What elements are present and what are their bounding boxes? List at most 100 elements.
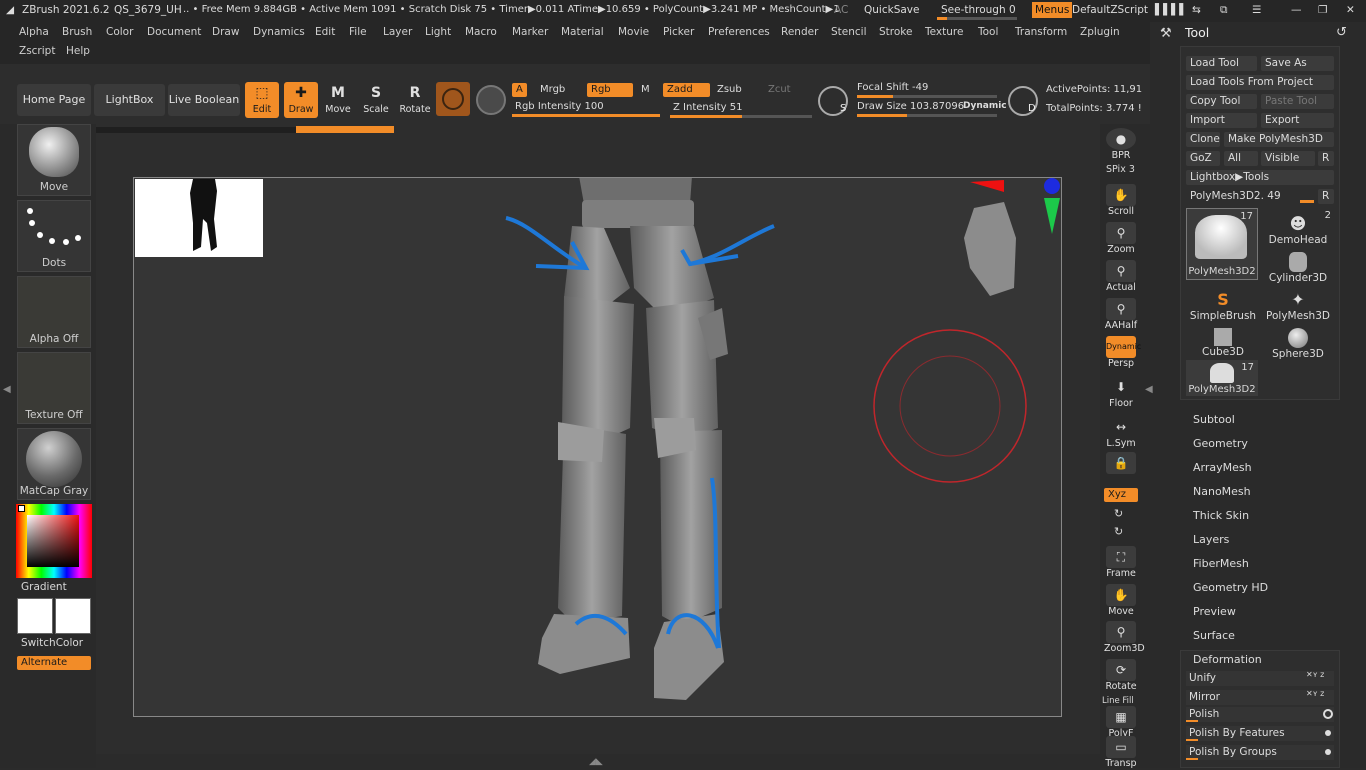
nanomesh-section[interactable]: NanoMesh bbox=[1193, 485, 1251, 498]
rotate-view-button[interactable]: ⟳ Rotate bbox=[1104, 659, 1138, 693]
zsub-button[interactable]: Zsub bbox=[717, 84, 742, 95]
color-marker[interactable] bbox=[18, 505, 25, 512]
current-tool-slider[interactable]: PolyMesh3D2. 49 bbox=[1186, 189, 1314, 204]
a-button[interactable]: A bbox=[512, 83, 527, 97]
lightbox-tools-button[interactable]: Lightbox▶Tools bbox=[1186, 170, 1334, 185]
current-tool-r-button[interactable]: R bbox=[1318, 189, 1334, 204]
minimize-icon[interactable]: — bbox=[1291, 4, 1302, 16]
arraymesh-section[interactable]: ArrayMesh bbox=[1193, 461, 1252, 474]
live-boolean-button[interactable]: Live Boolean bbox=[168, 84, 240, 116]
menu-render[interactable]: Render bbox=[781, 26, 818, 38]
layout-arrows-icon[interactable]: ⇆ bbox=[1192, 4, 1201, 16]
right-collapse-arrow-icon[interactable]: ◀ bbox=[1145, 384, 1153, 395]
menu-zplugin[interactable]: Zplugin bbox=[1080, 26, 1120, 38]
draw-size-track[interactable] bbox=[857, 114, 997, 117]
bpr-button[interactable]: ● BPR bbox=[1104, 128, 1138, 162]
color-picker[interactable] bbox=[16, 504, 92, 578]
menu-draw[interactable]: Draw bbox=[212, 26, 239, 38]
polish-by-features-slider[interactable]: Polish By Features bbox=[1186, 726, 1334, 741]
material-swatch-button[interactable] bbox=[436, 82, 470, 116]
load-tools-from-project-button[interactable]: Load Tools From Project bbox=[1186, 75, 1334, 90]
menu-movie[interactable]: Movie bbox=[618, 26, 649, 38]
quicksave-button[interactable]: QuickSave bbox=[864, 4, 919, 16]
z-intensity-slider[interactable]: Z Intensity 51 bbox=[673, 102, 742, 113]
menu-picker[interactable]: Picker bbox=[663, 26, 694, 38]
polish-toggle-icon[interactable] bbox=[1323, 709, 1333, 719]
color-square[interactable] bbox=[27, 515, 79, 567]
armor-legs-model[interactable] bbox=[134, 178, 1061, 716]
tool-tile-sphere3d[interactable]: Sphere3D bbox=[1261, 326, 1335, 362]
reset-icon[interactable]: ↺ bbox=[1336, 25, 1347, 40]
left-collapse-arrow-icon[interactable]: ◀ bbox=[3, 384, 11, 395]
lock-button[interactable]: 🔒 bbox=[1104, 452, 1138, 486]
r-button[interactable]: R bbox=[1318, 151, 1334, 166]
tool-tile-polymesh3d2[interactable]: 17 PolyMesh3D2 bbox=[1186, 360, 1258, 396]
zcut-button[interactable]: Zcut bbox=[768, 84, 791, 95]
copy-tool-button[interactable]: Copy Tool bbox=[1186, 94, 1257, 109]
seethrough-track[interactable] bbox=[937, 17, 1017, 20]
menu-material[interactable]: Material bbox=[561, 26, 604, 38]
actual-button[interactable]: ⚲ Actual bbox=[1104, 260, 1138, 294]
lightbox-button[interactable]: LightBox bbox=[94, 84, 165, 116]
load-tool-button[interactable]: Load Tool bbox=[1186, 56, 1257, 71]
persp-button[interactable]: Dynamic Persp bbox=[1104, 336, 1141, 370]
move-button[interactable]: M Move bbox=[321, 82, 355, 118]
frame-button[interactable]: ⛶ Frame bbox=[1104, 546, 1138, 580]
xyz-button[interactable]: Xyz bbox=[1104, 488, 1138, 502]
menu-color[interactable]: Color bbox=[106, 26, 133, 38]
menu-stroke[interactable]: Stroke bbox=[879, 26, 912, 38]
visible-button[interactable]: Visible bbox=[1261, 151, 1315, 166]
spix-slider[interactable]: SPix 3 bbox=[1106, 164, 1135, 175]
menu-edit[interactable]: Edit bbox=[315, 26, 335, 38]
menu-help[interactable]: Help bbox=[66, 45, 90, 57]
gradient-label[interactable]: Gradient bbox=[21, 581, 67, 593]
rgb-intensity-track[interactable] bbox=[512, 114, 660, 117]
zoom3d-button[interactable]: ⚲ Zoom3D bbox=[1104, 621, 1145, 655]
close-icon[interactable]: ✕ bbox=[1346, 4, 1355, 16]
seethrough-slider[interactable]: See-through 0 bbox=[941, 4, 1016, 16]
menu-light[interactable]: Light bbox=[425, 26, 451, 38]
surface-section[interactable]: Surface bbox=[1193, 629, 1235, 642]
menu-texture[interactable]: Texture bbox=[925, 26, 963, 38]
make-polymesh-button[interactable]: Make PolyMesh3D bbox=[1224, 132, 1334, 147]
material-picker[interactable]: MatCap Gray bbox=[17, 428, 91, 500]
menu-tool[interactable]: Tool bbox=[978, 26, 998, 38]
rotate-y-icon[interactable]: ↻ bbox=[1114, 507, 1123, 520]
subtool-section[interactable]: Subtool bbox=[1193, 413, 1235, 426]
rgb-intensity-slider[interactable]: Rgb Intensity 100 bbox=[515, 101, 604, 112]
alpha-picker[interactable]: Alpha Off bbox=[17, 276, 91, 348]
menu-file[interactable]: File bbox=[349, 26, 367, 38]
transp-button[interactable]: ▭ Transp bbox=[1104, 736, 1138, 770]
menu-stencil[interactable]: Stencil bbox=[831, 26, 867, 38]
zoom-button[interactable]: ⚲ Zoom bbox=[1104, 222, 1138, 256]
brush-picker[interactable]: Move bbox=[17, 124, 91, 196]
unify-axis-icon[interactable]: ✕ʏ ᴢ bbox=[1306, 670, 1324, 679]
move-view-button[interactable]: ✋ Move bbox=[1104, 584, 1138, 618]
menu-marker[interactable]: Marker bbox=[512, 26, 548, 38]
layout-icon[interactable]: ▌▌▌▌ bbox=[1155, 4, 1187, 16]
draw-button[interactable]: ✚ Draw bbox=[284, 82, 318, 118]
menu-zscript[interactable]: Zscript bbox=[19, 45, 55, 57]
menu-preferences[interactable]: Preferences bbox=[708, 26, 770, 38]
menu-lines-icon[interactable]: ☰ bbox=[1252, 4, 1261, 16]
geometry-hd-section[interactable]: Geometry HD bbox=[1193, 581, 1268, 594]
draw-size-slider[interactable]: Draw Size 103.87096 bbox=[857, 101, 964, 112]
bottom-tray-arrow-icon[interactable]: ◢◣ bbox=[589, 757, 603, 767]
m-button[interactable]: M bbox=[641, 84, 650, 95]
alternate-button[interactable]: Alternate bbox=[17, 656, 91, 670]
focal-shift-slider[interactable]: Focal Shift -49 bbox=[857, 82, 928, 93]
all-button[interactable]: All bbox=[1224, 151, 1258, 166]
scroll-button[interactable]: ✋ Scroll bbox=[1104, 184, 1138, 218]
tool-tile-polymesh3d[interactable]: ✦ PolyMesh3D bbox=[1261, 288, 1335, 324]
tool-pin-icon[interactable]: ⚒ bbox=[1160, 26, 1172, 41]
tool-tile-demohead[interactable]: ☻ DemoHead 2 bbox=[1261, 210, 1335, 248]
menu-dynamics[interactable]: Dynamics bbox=[253, 26, 305, 38]
menu-brush[interactable]: Brush bbox=[62, 26, 92, 38]
home-page-button[interactable]: Home Page bbox=[17, 84, 91, 116]
aahalf-button[interactable]: ⚲ AAHalf bbox=[1104, 298, 1138, 332]
window-swap-icon[interactable]: ⧉ bbox=[1220, 4, 1228, 17]
import-button[interactable]: Import bbox=[1186, 113, 1257, 128]
rgb-button[interactable]: Rgb bbox=[587, 83, 633, 97]
paste-tool-button[interactable]: Paste Tool bbox=[1261, 94, 1334, 109]
polyf-button[interactable]: ▦ PolyF bbox=[1104, 706, 1138, 740]
